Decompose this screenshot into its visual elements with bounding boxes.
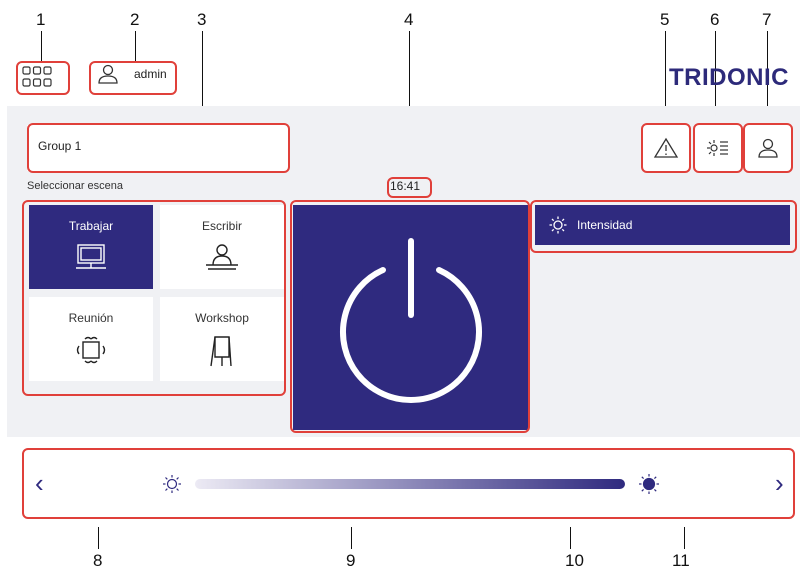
callout-number-2: 2 xyxy=(130,10,140,29)
callout-number-10: 10 xyxy=(565,551,584,570)
callout-number-9: 9 xyxy=(346,551,356,570)
callout-number-11: 11 xyxy=(672,551,690,570)
brand-logo: TRIDONIC xyxy=(669,64,789,91)
callout-number-5: 5 xyxy=(660,10,670,29)
callout-number-6: 6 xyxy=(710,10,720,29)
callout-number-4: 4 xyxy=(404,10,414,29)
callout-number-3: 3 xyxy=(197,10,207,29)
callout-number-1: 1 xyxy=(36,10,46,29)
scene-section-title: Seleccionar escena xyxy=(27,180,124,192)
callout-number-8: 8 xyxy=(93,551,103,570)
callout-number-7: 7 xyxy=(762,10,772,29)
